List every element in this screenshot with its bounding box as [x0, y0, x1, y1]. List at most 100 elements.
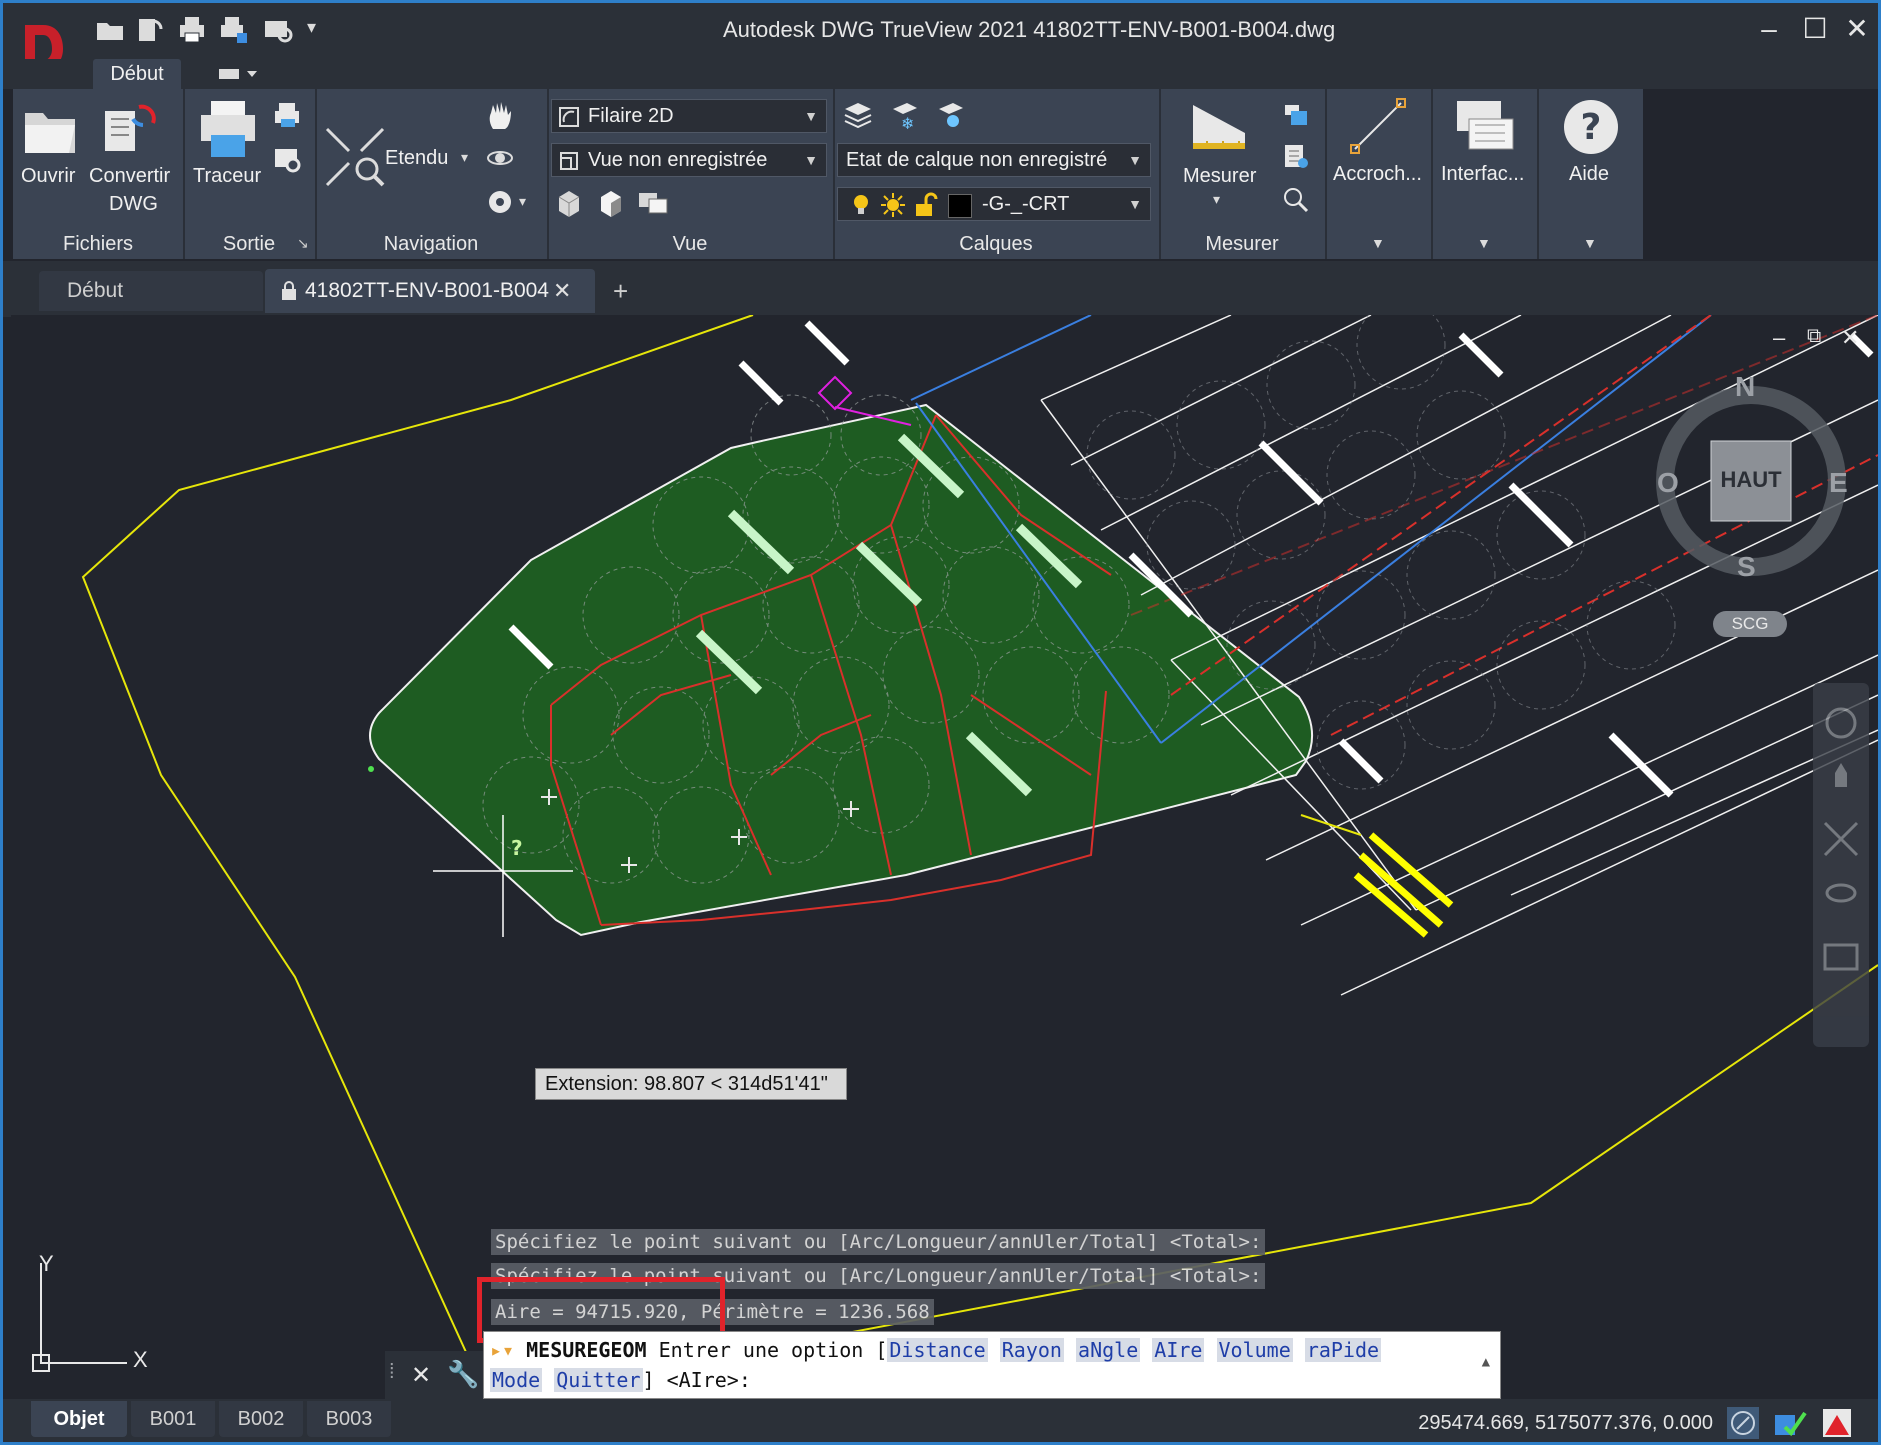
orbit-icon[interactable] — [485, 143, 515, 173]
layer-properties-icon[interactable] — [841, 99, 875, 133]
measure-dropdown-icon[interactable]: ▾ — [1213, 191, 1220, 208]
isolate-objects-icon[interactable] — [1725, 1405, 1761, 1441]
layout-tab-objet[interactable]: Objet — [31, 1401, 127, 1437]
help-dropdown-icon[interactable]: ▼ — [1583, 235, 1597, 251]
viewcube[interactable]: N S E O HAUT SCG — [1651, 371, 1871, 661]
batch-plot-small-icon[interactable] — [273, 101, 303, 131]
ribbon-tab-debut[interactable]: Début — [93, 59, 181, 89]
snap-dropdown-icon[interactable]: ▼ — [1371, 235, 1385, 251]
tab-active-label: 41802TT-ENV-B001-B004 — [305, 279, 549, 302]
tab-active-drawing[interactable]: 41802TT-ENV-B001-B004 — [265, 269, 595, 313]
layout-tab-b003[interactable]: B003 — [307, 1401, 391, 1437]
option-aire[interactable]: AIre — [1152, 1338, 1205, 1362]
tab-close-icon[interactable]: ✕ — [553, 269, 583, 313]
option-quitter[interactable]: Quitter — [554, 1368, 643, 1392]
plotter-button-label[interactable]: Traceur — [193, 165, 261, 188]
open-icon[interactable] — [95, 15, 125, 45]
compass-south[interactable]: S — [1737, 551, 1756, 583]
help-icon[interactable]: ? — [1561, 97, 1621, 157]
layer-color-swatch — [948, 194, 972, 218]
interface-dropdown-icon[interactable]: ▼ — [1477, 235, 1491, 251]
command-input[interactable]: ▸▾ MESUREGEOM Entrer une option [Distanc… — [483, 1331, 1501, 1399]
viewcube-face-top[interactable]: HAUT — [1711, 467, 1791, 493]
layer-isolate-icon[interactable] — [933, 99, 967, 133]
open-button-label[interactable]: Ouvrir — [21, 165, 75, 188]
zoom-extents-icon[interactable] — [323, 125, 387, 189]
shaded-cube-icon[interactable] — [595, 187, 627, 219]
list-icon[interactable] — [1281, 143, 1311, 171]
visual-style-value: Filaire 2D — [588, 105, 674, 127]
layer-freeze-icon[interactable]: ❄ — [887, 99, 921, 133]
zoom-extents-label[interactable]: Etendu — [385, 147, 448, 170]
interface-button-label[interactable]: Interfac... — [1441, 163, 1524, 186]
wheel-dropdown-icon[interactable]: ▾ — [519, 193, 526, 210]
option-rapide[interactable]: raPide — [1304, 1338, 1382, 1362]
compass-east[interactable]: E — [1829, 467, 1848, 499]
measure-ruler-icon[interactable] — [1189, 99, 1249, 153]
zoom-dropdown-icon[interactable]: ▾ — [461, 149, 468, 166]
option-mode[interactable]: Mode — [490, 1368, 543, 1392]
close-button[interactable]: ✕ — [1835, 9, 1878, 49]
ucs-menu-button[interactable]: SCG — [1713, 611, 1787, 637]
option-rayon[interactable]: Rayon — [999, 1338, 1064, 1362]
help-button-label[interactable]: Aide — [1569, 163, 1609, 186]
layout-tab-b001[interactable]: B001 — [131, 1401, 215, 1437]
viewport-close-icon[interactable]: ✕ — [1841, 325, 1859, 351]
command-close-icon[interactable]: ✕ — [411, 1361, 431, 1390]
history-expand-icon[interactable]: ▲ — [1482, 1354, 1490, 1370]
interface-icon[interactable] — [1453, 95, 1517, 157]
layer-combo[interactable]: -G-_-CRT ▼ — [837, 187, 1151, 221]
batch-plot-icon[interactable] — [219, 15, 249, 45]
notifications-icon[interactable] — [1771, 1405, 1809, 1441]
chevron-down-icon: ▼ — [804, 108, 818, 124]
panel-label-sortie: Sortie — [222, 233, 276, 255]
plotter-icon[interactable] — [197, 97, 259, 161]
convert-button-label-2[interactable]: DWG — [109, 193, 158, 216]
preview-icon[interactable] — [263, 15, 293, 45]
new-tab-button[interactable]: + — [613, 273, 643, 309]
panel-label-calques: Calques — [959, 233, 1033, 255]
visual-style-combo[interactable]: Filaire 2D ▼ — [551, 99, 827, 133]
pan-hand-icon[interactable] — [485, 99, 515, 133]
measure-button-label[interactable]: Mesurer — [1183, 165, 1256, 188]
plot-preview-icon[interactable] — [273, 145, 303, 175]
convert-dwg-icon[interactable] — [99, 99, 161, 159]
print-icon[interactable] — [177, 15, 207, 45]
performance-icon[interactable] — [1819, 1405, 1855, 1441]
snap-button-label[interactable]: Accroch... — [1333, 163, 1422, 186]
cube-view-icon[interactable] — [553, 187, 585, 219]
option-angle[interactable]: aNgle — [1076, 1338, 1141, 1362]
panel-divider — [1431, 89, 1433, 259]
maximize-button[interactable]: ☐ — [1793, 9, 1837, 49]
customize-wrench-icon[interactable]: 🔧 — [447, 1359, 479, 1390]
chevron-down-icon: ▼ — [1128, 152, 1142, 168]
layout-tab-b002[interactable]: B002 — [219, 1401, 303, 1437]
minimize-button[interactable]: – — [1747, 9, 1791, 49]
navbar-tools-icon — [1823, 707, 1859, 971]
convert-icon[interactable] — [135, 15, 165, 45]
navigation-bar[interactable] — [1813, 683, 1869, 1047]
ribbon-minimize-toggle-icon[interactable] — [215, 65, 261, 83]
option-distance[interactable]: Distance — [887, 1338, 988, 1362]
option-volume[interactable]: Volume — [1216, 1338, 1293, 1362]
viewport-restore-icon[interactable]: ⧉ — [1807, 325, 1821, 348]
compass-west[interactable]: O — [1657, 467, 1679, 499]
chevron-down-icon: ▼ — [804, 152, 818, 168]
named-view-combo[interactable]: Vue non enregistrée ▼ — [551, 143, 827, 177]
tab-start[interactable]: Début — [39, 271, 263, 311]
snap-icon[interactable] — [1347, 95, 1409, 157]
viewport-minimize-icon[interactable]: – — [1773, 325, 1785, 351]
measure-tool-icon[interactable] — [1281, 101, 1311, 129]
steering-wheel-icon[interactable] — [485, 187, 515, 217]
grip-icon[interactable]: ⁞ — [389, 1361, 395, 1384]
command-history-line-1: Spécifiez le point suivant ou [Arc/Longu… — [491, 1229, 1266, 1255]
qat-dropdown-icon[interactable]: ▾ — [307, 17, 316, 38]
layer-value: -G-_-CRT — [982, 193, 1070, 215]
layer-state-combo[interactable]: Etat de calque non enregistré ▼ — [837, 143, 1151, 177]
view-manager-icon[interactable] — [637, 187, 671, 219]
open-folder-icon[interactable] — [21, 101, 79, 157]
compass-north[interactable]: N — [1735, 371, 1755, 403]
id-point-icon[interactable] — [1281, 185, 1311, 215]
dialog-launcher-icon[interactable]: ↘ — [297, 235, 309, 252]
convert-button-label-1[interactable]: Convertir — [89, 165, 170, 188]
